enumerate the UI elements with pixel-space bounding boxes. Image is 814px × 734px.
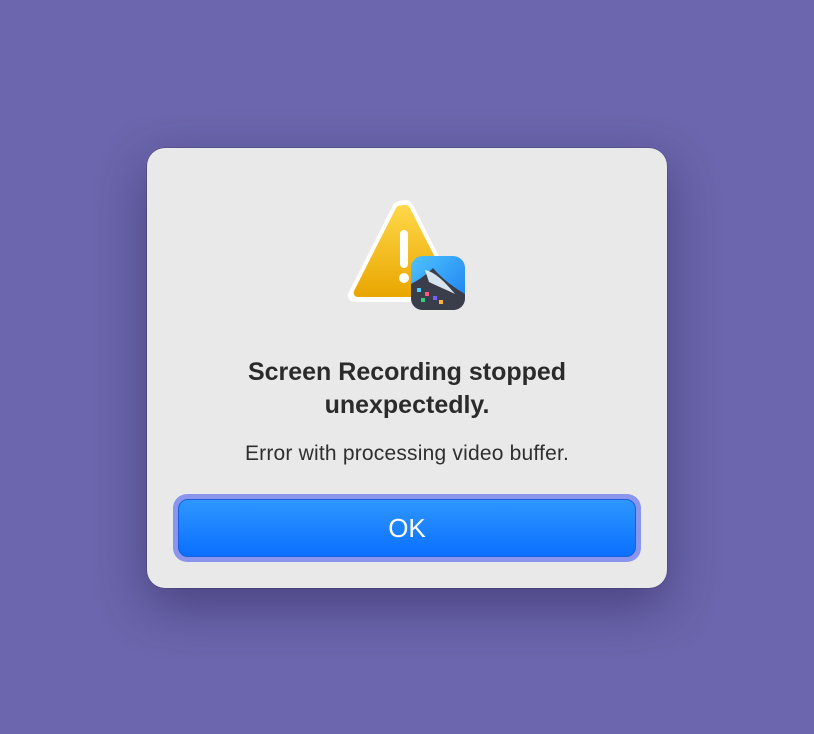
dialog-message: Error with processing video buffer.	[244, 442, 570, 465]
alert-dialog: Screen Recording stopped unexpectedly. E…	[147, 148, 667, 588]
alert-icon	[345, 198, 469, 310]
dialog-title: Screen Recording stopped unexpectedly.	[247, 358, 567, 419]
ok-button[interactable]: OK	[178, 499, 636, 557]
warning-triangle-icon	[347, 200, 465, 310]
screen-recording-app-icon	[411, 256, 465, 310]
ok-button-focus-ring: OK	[173, 494, 641, 562]
